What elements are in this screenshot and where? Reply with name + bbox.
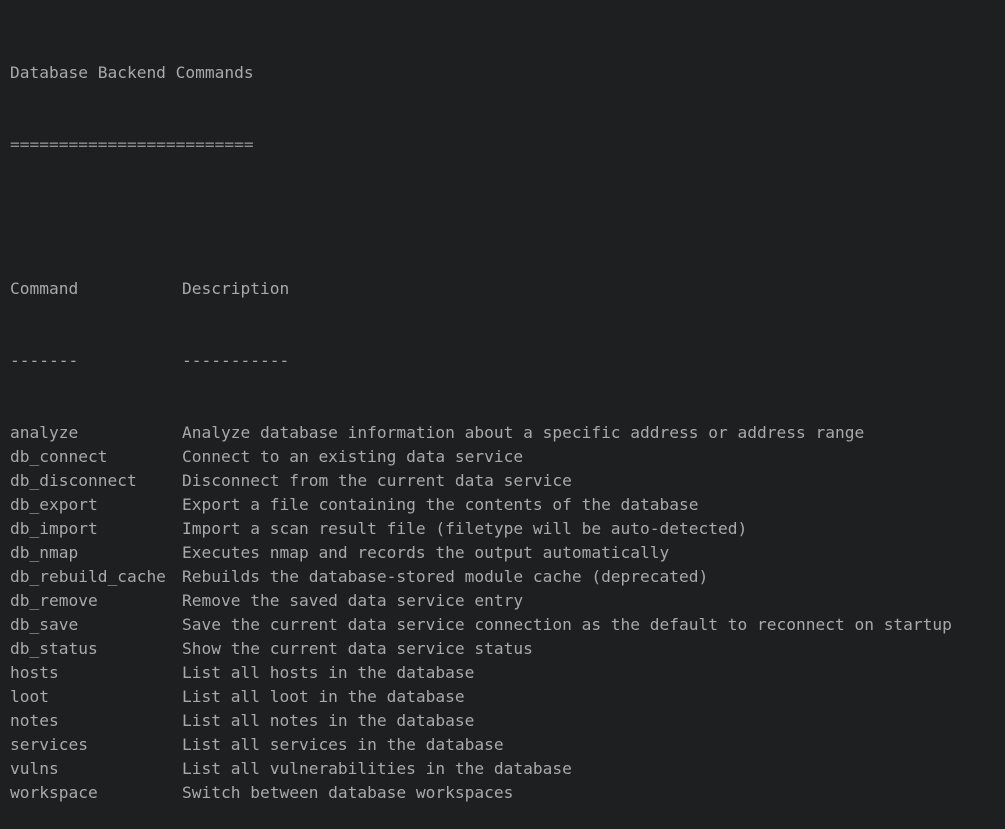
- command-name: db_rebuild_cache: [10, 567, 166, 586]
- command-name: db_import: [10, 519, 98, 538]
- command-name: db_status: [10, 639, 98, 658]
- table-row: services List all services in the databas…: [10, 733, 1005, 757]
- command-name: loot: [10, 687, 49, 706]
- description-column-header: Description: [182, 279, 290, 298]
- table-row: db_import Import a scan result file (file…: [10, 517, 1005, 541]
- terminal-output[interactable]: Database Backend Commands ==============…: [0, 0, 1005, 802]
- table-row: db_status Show the current data service s…: [10, 637, 1005, 661]
- command-description: Disconnect from the current data service: [182, 471, 572, 490]
- command-description: Show the current data service status: [182, 639, 533, 658]
- table-row: db_connect Connect to an existing data se…: [10, 445, 1005, 469]
- command-description: Switch between database workspaces: [182, 783, 514, 802]
- table-row: loot List all loot in the database: [10, 685, 1005, 709]
- section-title-underline: =========================: [10, 135, 254, 154]
- command-name: db_connect: [10, 447, 108, 466]
- command-name: vulns: [10, 759, 59, 778]
- command-name: db_save: [10, 615, 79, 634]
- command-name: db_nmap: [10, 543, 79, 562]
- table-header: Command Description: [10, 277, 1005, 301]
- command-name: notes: [10, 711, 59, 730]
- table-row: vulns List all vulnerabilities in the dat…: [10, 757, 1005, 781]
- command-name: db_disconnect: [10, 471, 137, 490]
- table-row: db_export Export a file containing the co…: [10, 493, 1005, 517]
- command-name: analyze: [10, 423, 79, 442]
- description-header-underline: -----------: [182, 351, 290, 370]
- table-row: db_remove Remove the saved data service e…: [10, 589, 1005, 613]
- table-row: db_disconnect Disconnect from the current…: [10, 469, 1005, 493]
- command-description: List all notes in the database: [182, 711, 475, 730]
- table-row: analyze Analyze database information abou…: [10, 421, 1005, 445]
- command-description: Export a file containing the contents of…: [182, 495, 699, 514]
- command-description: Analyze database information about a spe…: [182, 423, 865, 442]
- command-description: List all services in the database: [182, 735, 504, 754]
- command-description: Remove the saved data service entry: [182, 591, 524, 610]
- command-description: Rebuilds the database-stored module cach…: [182, 567, 709, 586]
- command-description: List all vulnerabilities in the database: [182, 759, 572, 778]
- command-name: db_export: [10, 495, 98, 514]
- command-description: Executes nmap and records the output aut…: [182, 543, 670, 562]
- table-row: db_nmap Executes nmap and records the out…: [10, 541, 1005, 565]
- table-row: db_rebuild_cache Rebuilds the database-st…: [10, 565, 1005, 589]
- command-name: services: [10, 735, 88, 754]
- command-header-underline: -------: [10, 351, 79, 370]
- table-row: workspace Switch between database workspa…: [10, 781, 1005, 805]
- command-column-header: Command: [10, 279, 79, 298]
- command-description: Save the current data service connection…: [182, 615, 952, 634]
- table-row: notes List all notes in the database: [10, 709, 1005, 733]
- section-title: Database Backend Commands: [10, 63, 254, 82]
- command-description: Import a scan result file (filetype will…: [182, 519, 748, 538]
- command-table-body: analyze Analyze database information abou…: [10, 421, 1005, 805]
- command-description: Connect to an existing data service: [182, 447, 524, 466]
- command-name: workspace: [10, 783, 98, 802]
- table-row: db_save Save the current data service con…: [10, 613, 1005, 637]
- command-name: db_remove: [10, 591, 98, 610]
- table-row: hosts List all hosts in the database: [10, 661, 1005, 685]
- table-header-underline: ------- -----------: [10, 349, 1005, 373]
- command-description: List all hosts in the database: [182, 663, 475, 682]
- command-name: hosts: [10, 663, 59, 682]
- command-description: List all loot in the database: [182, 687, 465, 706]
